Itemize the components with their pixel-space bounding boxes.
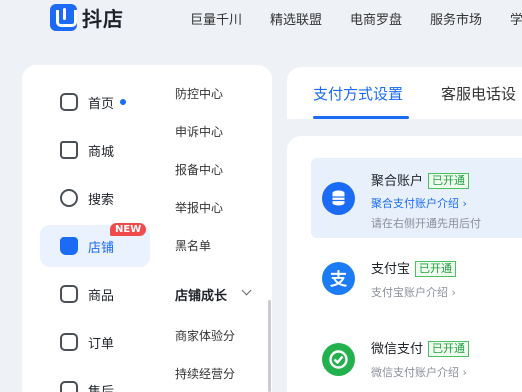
svg-text:支: 支 [330,269,348,290]
sidebar-item-label: 商品 [88,288,115,304]
sidebar-scrollbar[interactable] [268,300,271,392]
topnav-item-qianchuan[interactable]: 巨量千川 [190,9,242,28]
brand-name: 抖店 [82,6,124,31]
active-tab-indicator [313,116,409,119]
wechat-pay-icon [322,343,355,376]
tab-payment-settings[interactable]: 支付方式设置 [313,83,403,104]
sidebar-item-label: 店铺 [88,240,115,256]
payment-row-wechat[interactable]: 微信支付 已开通 微信支付账户介绍 › [311,330,522,392]
store-icon [60,237,78,255]
payment-name: 聚合账户 已开通 [371,170,470,189]
sidebar-item-search[interactable]: 搜索 [40,177,150,219]
tab-service-phone[interactable]: 客服电话设 [441,83,516,104]
payment-row-aggregate[interactable]: 聚合账户 已开通 聚合支付账户介绍 › 请在右侧开通先用后付 [311,158,522,238]
payment-name: 支付宝 已开通 [371,258,457,277]
submenu-item-report[interactable]: 举报中心 [175,199,223,216]
payment-hint: 请在右侧开通先用后付 [371,217,481,230]
sidebar-item-store[interactable]: 店铺 NEW [40,223,150,267]
submenu-item-operation-score[interactable]: 持续经营分 [175,365,235,382]
sidebar-item-label: 订单 [88,336,115,352]
sidebar-item-label: 售后 [88,384,115,392]
alipay-icon: 支 [322,262,355,295]
topnav-item-service-market[interactable]: 服务市场 [430,9,482,28]
status-badge: 已开通 [428,173,470,189]
topnav-item-compass[interactable]: 电商罗盘 [350,9,402,28]
sidebar-item-label: 商城 [88,144,115,160]
order-icon [60,333,78,351]
payment-row-alipay[interactable]: 支 支付宝 已开通 支付宝账户介绍 › [311,250,522,330]
aftersale-icon [60,381,78,392]
search-icon [60,189,78,207]
sidebar-item-mall[interactable]: 商城 [40,129,150,171]
topnav-item-learn[interactable]: 学 [510,9,522,28]
unread-dot [120,99,127,105]
top-bar: 抖店 巨量千川 精选联盟 电商罗盘 服务市场 学 [0,0,522,40]
status-badge: 已开通 [415,261,457,277]
wechat-intro-link[interactable]: 微信支付账户介绍 › [371,364,467,380]
sidebar-item-aftersale[interactable]: 售后 [40,369,150,392]
sidebar-item-label: 搜索 [88,192,115,208]
submenu-item-blacklist[interactable]: 黑名单 [175,237,211,254]
topnav-item-alliance[interactable]: 精选联盟 [270,9,322,28]
new-badge: NEW [110,223,147,236]
payment-name: 微信支付 已开通 [371,338,470,357]
tabs-bar: 支付方式设置 客服电话设 [287,67,522,119]
aggregate-intro-link[interactable]: 聚合支付账户介绍 › [371,195,467,211]
submenu-group-store-growth[interactable]: 店铺成长 [175,285,227,304]
alipay-intro-link[interactable]: 支付宝账户介绍 › [371,284,456,300]
status-badge: 已开通 [428,341,470,357]
submenu-item-experience-score[interactable]: 商家体验分 [175,327,235,344]
brand-logo[interactable]: 抖店 [50,2,124,32]
mall-icon [60,141,78,159]
home-icon [60,93,78,111]
sidebar-item-goods[interactable]: 商品 [40,273,150,315]
submenu-item-appeal[interactable]: 申诉中心 [175,123,223,140]
sidebar-item-label: 首页 [88,96,115,112]
aggregate-account-icon [322,182,355,215]
sidebar-item-home[interactable]: 首页 [40,81,150,123]
logo-icon [50,3,77,31]
sidebar-item-order[interactable]: 订单 [40,321,150,363]
submenu-item-filing[interactable]: 报备中心 [175,161,223,178]
goods-icon [60,285,78,303]
submenu-item-risk-control[interactable]: 防控中心 [175,85,223,102]
